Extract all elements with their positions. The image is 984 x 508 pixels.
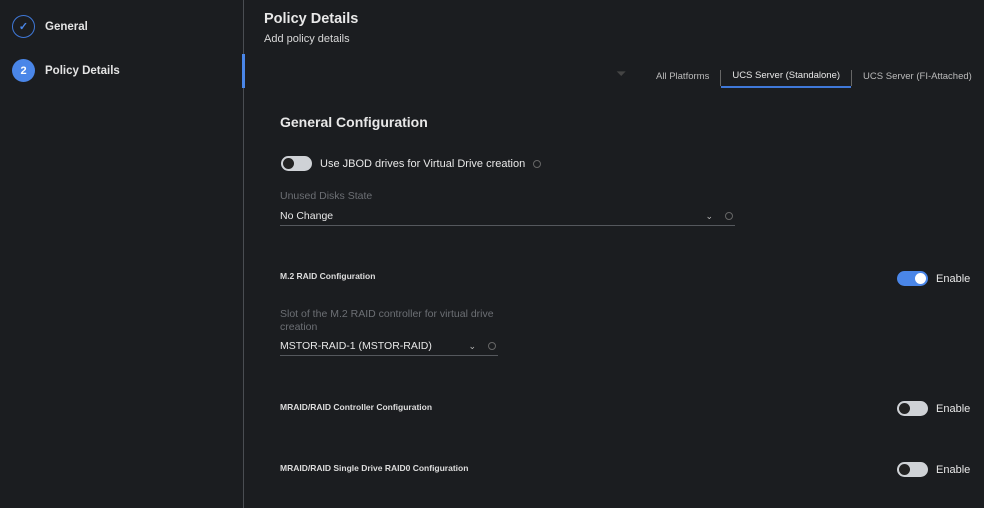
raid0-enable: Enable [897,462,970,477]
main-panel: Policy Details Add policy details ⏷ All … [245,0,984,508]
platform-tabs: All Platforms UCS Server (Standalone) UC… [645,68,983,88]
jbod-toggle[interactable] [281,156,312,171]
m2-slot-label: Slot of the M.2 RAID controller for virt… [280,308,494,333]
m2-slot-select[interactable]: MSTOR-RAID-1 (MSTOR-RAID) ⌄ [280,340,498,356]
step-number: 2 [12,59,35,82]
jbod-label: Use JBOD drives for Virtual Drive creati… [320,157,526,170]
info-icon[interactable] [725,212,733,220]
raid0-enable-toggle[interactable] [897,462,928,477]
mraid-enable-toggle[interactable] [897,401,928,416]
info-icon[interactable] [533,159,542,168]
filter-icon[interactable]: ⏷ [616,66,626,82]
unused-disks-label: Unused Disks State [280,190,373,202]
wizard-sidebar: ✓ General 2 Policy Details [0,0,244,508]
raid0-title: MRAID/RAID Single Drive RAID0 Configurat… [280,463,469,473]
tab-ucs-standalone[interactable]: UCS Server (Standalone) [721,68,852,88]
jbod-row: Use JBOD drives for Virtual Drive creati… [281,156,542,171]
step-label: Policy Details [45,64,120,77]
tab-all-platforms[interactable]: All Platforms [645,69,720,87]
mraid-title: MRAID/RAID Controller Configuration [280,402,433,412]
mraid-enable: Enable [897,401,970,416]
unused-disks-value: No Change [280,210,334,222]
unused-disks-select[interactable]: No Change ⌄ [280,210,735,226]
section-title: General Configuration [280,114,428,130]
step-policy-details[interactable]: 2 Policy Details [12,59,120,82]
enable-label: Enable [936,272,971,285]
m2-raid-title: M.2 RAID Configuration [280,271,376,281]
enable-label: Enable [936,402,971,415]
m2-enable-toggle[interactable] [897,271,928,286]
enable-label: Enable [936,463,971,476]
info-icon[interactable] [488,342,496,350]
tab-ucs-fi-attached[interactable]: UCS Server (FI-Attached) [852,69,983,87]
check-icon: ✓ [12,15,35,38]
page-subtitle: Add policy details [264,33,350,45]
step-general[interactable]: ✓ General [12,15,88,38]
chevron-down-icon: ⌄ [705,210,713,221]
page-title: Policy Details [264,11,359,27]
chevron-down-icon: ⌄ [468,340,476,351]
m2-slot-value: MSTOR-RAID-1 (MSTOR-RAID) [280,340,432,352]
step-label: General [45,20,88,33]
m2-enable: Enable [897,271,970,286]
